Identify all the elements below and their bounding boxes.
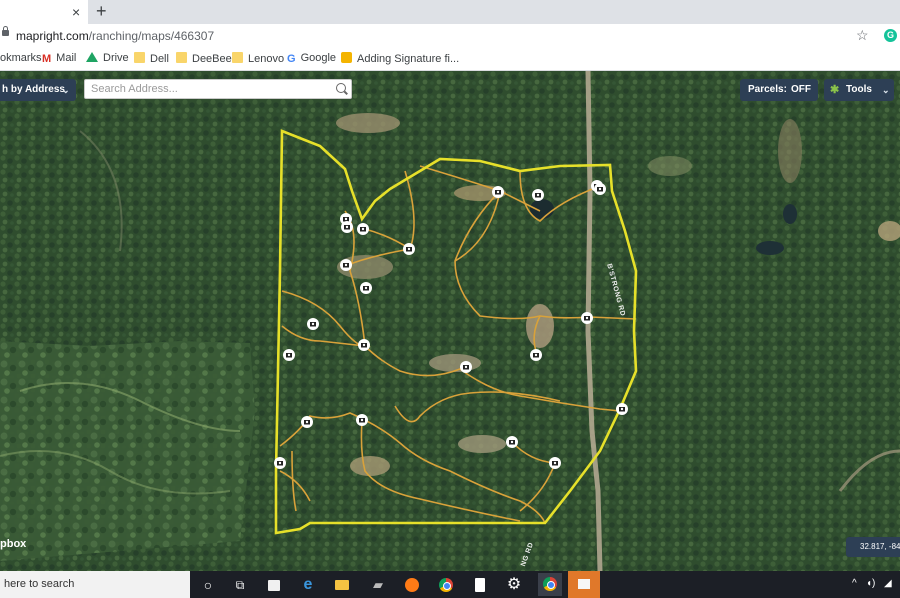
clearing <box>429 354 481 372</box>
tab-strip: × + <box>0 0 900 24</box>
drive-icon <box>86 52 98 62</box>
notepad-icon[interactable] <box>470 575 490 595</box>
edge-icon[interactable]: e <box>298 575 318 595</box>
url-host: mapright.com <box>16 29 89 43</box>
camera-marker-icon[interactable] <box>581 312 593 324</box>
bookmark-label: Dell <box>150 53 169 65</box>
bookmark-label: Google <box>300 52 337 64</box>
bookmark-star-icon[interactable]: ☆ <box>856 27 869 44</box>
slides-icon <box>341 52 352 63</box>
pond <box>783 204 797 224</box>
folder-icon <box>134 52 145 63</box>
bookmark-item-lenovo[interactable]: Lenovo <box>232 52 284 65</box>
bookmark-label: Adding Signature fi... <box>357 53 460 65</box>
camera-marker-icon[interactable] <box>532 189 544 201</box>
clearing <box>336 113 400 133</box>
url-path: /ranching/maps/466307 <box>88 29 215 43</box>
clearing <box>648 156 692 176</box>
clearing <box>526 304 554 348</box>
bookmark-item-google[interactable]: G Google <box>287 52 336 65</box>
camera-marker-icon[interactable] <box>283 349 295 361</box>
taskbar-search-box[interactable]: here to search <box>0 571 190 598</box>
map-canvas[interactable] <box>0 71 900 571</box>
bookmark-label: Drive <box>103 52 129 64</box>
grammarly-extension-icon[interactable]: G <box>884 29 897 42</box>
camera-marker-icon[interactable] <box>356 414 368 426</box>
bookmark-label: DeeBee <box>192 53 232 65</box>
camera-marker-icon[interactable] <box>549 457 561 469</box>
bookmark-item-bookmarks[interactable]: okmarks <box>0 52 42 64</box>
folder-icon <box>176 52 187 63</box>
camera-marker-icon[interactable] <box>274 457 286 469</box>
chevron-down-icon: ⌄ <box>62 85 70 95</box>
camera-marker-icon[interactable] <box>341 221 353 233</box>
search-mode-label: h by Address <box>2 84 65 95</box>
camera-marker-icon[interactable] <box>340 259 352 271</box>
bookmarks-bar: okmarks M Mail Drive Dell DeeBee Lenovo G… <box>0 48 900 71</box>
bookmark-label: Lenovo <box>248 53 285 65</box>
camera-marker-icon[interactable] <box>460 361 472 373</box>
bookmark-item-adding-signature[interactable]: Adding Signature fi... <box>341 52 459 65</box>
camera-marker-icon[interactable] <box>594 183 606 195</box>
mapbox-attribution[interactable]: pbox <box>0 538 26 550</box>
camera-marker-icon[interactable] <box>616 403 628 415</box>
close-tab-icon[interactable]: × <box>72 4 80 20</box>
cortana-icon[interactable]: ○ <box>198 575 218 595</box>
chrome-active-icon[interactable] <box>538 573 562 596</box>
clearing <box>778 119 802 183</box>
taskbar-search-text: here to search <box>4 578 75 590</box>
camera-marker-icon[interactable] <box>403 243 415 255</box>
google-icon: G <box>287 53 296 65</box>
app-icon[interactable]: ▰ <box>368 575 388 595</box>
active-tab[interactable]: × <box>0 0 88 24</box>
tools-label: Tools <box>846 84 872 95</box>
search-address-input[interactable] <box>84 79 352 99</box>
bookmark-item-drive[interactable]: Drive <box>86 52 129 64</box>
file-explorer-icon[interactable] <box>332 575 352 595</box>
bookmark-item-dell[interactable]: Dell <box>134 52 169 65</box>
camera-marker-icon[interactable] <box>492 186 504 198</box>
parcels-label: Parcels: <box>748 84 787 95</box>
clearing <box>458 435 506 453</box>
store-icon[interactable] <box>264 575 284 595</box>
bookmark-label: Mail <box>56 52 77 64</box>
lock-icon[interactable] <box>2 26 9 36</box>
tools-dropdown[interactable]: ✱ Tools ⌄ <box>824 79 894 101</box>
photos-app-icon[interactable] <box>568 571 600 598</box>
search-icon[interactable] <box>336 83 346 93</box>
chrome-icon[interactable] <box>436 575 456 595</box>
gmail-icon: M <box>42 53 52 65</box>
bookmark-label: okmarks <box>0 52 42 64</box>
firefox-icon[interactable] <box>402 575 422 595</box>
parcels-value: OFF <box>791 84 811 95</box>
bookmark-item-mail[interactable]: M Mail <box>42 52 76 65</box>
task-view-icon[interactable]: ⧉ <box>230 575 250 595</box>
gear-icon: ✱ <box>830 84 840 96</box>
speaker-icon[interactable]: ◖) <box>866 578 875 589</box>
camera-marker-icon[interactable] <box>301 416 313 428</box>
bookmark-item-deebee[interactable]: DeeBee <box>176 52 232 65</box>
new-tab-button[interactable]: + <box>96 1 107 21</box>
satellite-map[interactable]: B'STRONG RD NG RD h by Address ⌄ Parcels… <box>0 71 900 571</box>
camera-marker-icon[interactable] <box>307 318 319 330</box>
camera-marker-icon[interactable] <box>506 436 518 448</box>
tray-overflow-icon[interactable]: ^ <box>852 578 857 589</box>
pond <box>756 241 784 255</box>
address-bar[interactable]: mapright.com/ranching/maps/466307 ☆ G <box>0 24 900 48</box>
url-text[interactable]: mapright.com/ranching/maps/466307 <box>16 29 214 43</box>
settings-gear-icon[interactable]: ⚙ <box>504 575 524 595</box>
network-icon[interactable]: ◢ <box>884 578 892 589</box>
camera-marker-icon[interactable] <box>360 282 372 294</box>
search-mode-dropdown[interactable]: h by Address ⌄ <box>0 79 76 101</box>
taskbar: here to search ○ ⧉ e ▰ ⚙ ^ ◖) ◢ <box>0 571 900 598</box>
camera-marker-icon[interactable] <box>357 223 369 235</box>
coordinates-readout: 32.817, -84. <box>846 537 900 557</box>
chevron-down-icon: ⌄ <box>882 85 890 95</box>
camera-marker-icon[interactable] <box>358 339 370 351</box>
folder-icon <box>232 52 243 63</box>
clearing <box>350 456 390 476</box>
parcels-toggle[interactable]: Parcels: OFF <box>740 79 818 101</box>
camera-marker-icon[interactable] <box>530 349 542 361</box>
